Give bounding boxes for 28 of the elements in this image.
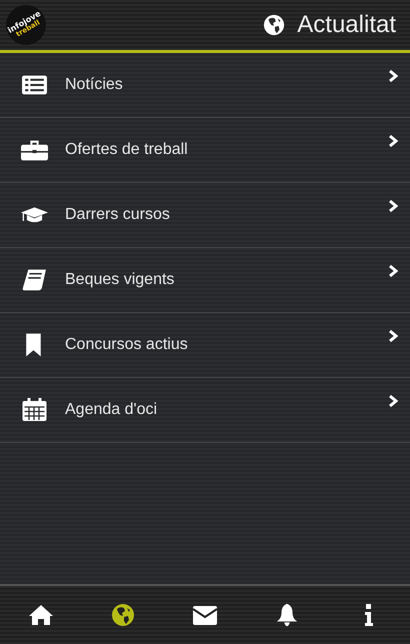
menu-item[interactable]: Darrers cursos: [0, 183, 410, 248]
menu-label: Beques vigents: [65, 271, 176, 289]
menu-label: Notícies: [65, 76, 124, 94]
menu-label: Ofertes de treball: [65, 141, 189, 159]
list-icon: [21, 73, 48, 97]
chevron-right-icon: [388, 394, 398, 408]
mail-icon: [192, 603, 218, 627]
chevron-right-icon: [388, 69, 398, 83]
globe-icon: [263, 14, 286, 36]
menu-item[interactable]: Concursos actius: [0, 313, 410, 378]
chevron-right-icon: [388, 199, 398, 213]
chevron-right-icon: [388, 329, 398, 343]
globe-icon: [110, 603, 136, 627]
menu-label: Darrers cursos: [65, 206, 171, 224]
book-icon: [21, 268, 48, 292]
calendar-icon: [21, 398, 48, 422]
menu-item[interactable]: Agenda d'oci: [0, 378, 410, 443]
chevron-right-icon: [388, 264, 398, 278]
home-icon: [28, 603, 54, 627]
menu-item[interactable]: Ofertes de treball: [0, 118, 410, 183]
briefcase-icon: [21, 138, 48, 162]
menu-label: Agenda d'oci: [65, 401, 158, 419]
page-title: Actualitat: [297, 11, 396, 39]
chevron-right-icon: [388, 134, 398, 148]
menu-item[interactable]: Beques vigents: [0, 248, 410, 313]
menu-item[interactable]: Notícies: [0, 53, 410, 118]
bell-icon: [274, 603, 300, 627]
menu-label: Concursos actius: [65, 336, 189, 354]
